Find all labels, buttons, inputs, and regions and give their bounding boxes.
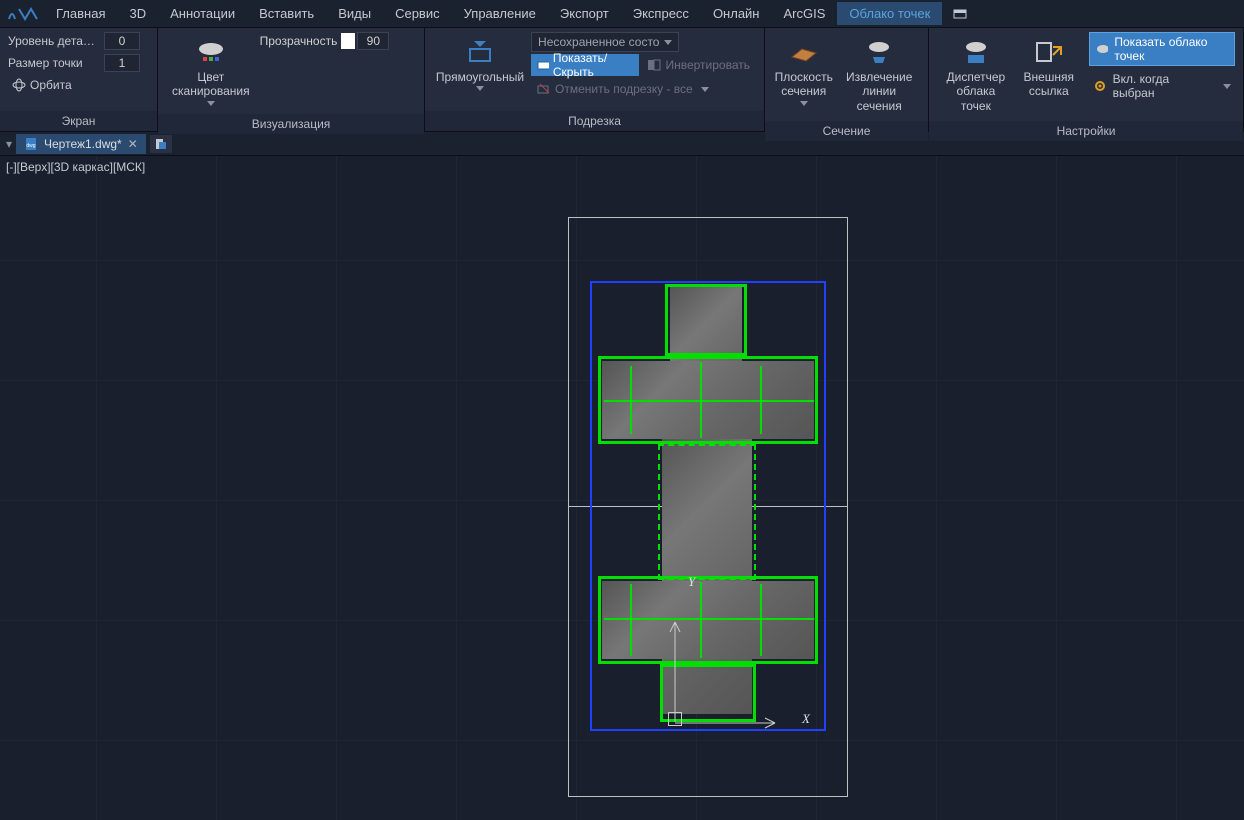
crop-state-label: Несохраненное состо — [538, 35, 659, 49]
menu-main[interactable]: Главная — [44, 2, 117, 25]
svg-text:dwg: dwg — [26, 143, 35, 149]
show-hide-icon — [537, 59, 549, 71]
pc-manager-button[interactable]: Диспетчер облака точек — [937, 32, 1015, 117]
extract-section-label: Извлечение линии сечения — [844, 70, 914, 113]
menu-views[interactable]: Виды — [326, 2, 383, 25]
new-doc-icon — [155, 138, 167, 150]
viewport-label[interactable]: [-][Верх][3D каркас][МСК] — [6, 160, 145, 174]
undo-crop-button[interactable]: Отменить подрезку - все — [531, 78, 756, 100]
chevron-down-icon — [476, 86, 484, 91]
show-pointcloud-label: Показать облако точек — [1114, 35, 1228, 63]
menubar: Главная 3D Аннотации Вставить Виды Серви… — [0, 0, 1244, 28]
orbit-button[interactable]: Орбита — [8, 76, 76, 94]
detail-level-label: Уровень детали... — [8, 34, 100, 48]
undo-crop-label: Отменить подрезку - все — [555, 82, 693, 96]
ribbon-panel-settings: Диспетчер облака точек Внешняя ссылка По… — [929, 28, 1244, 131]
chevron-down-icon — [664, 40, 672, 45]
chevron-down-icon — [1223, 84, 1231, 89]
invert-icon — [647, 59, 661, 71]
pointcloud-icon — [1096, 43, 1109, 55]
menu-manage[interactable]: Управление — [452, 2, 548, 25]
section-plane-button[interactable]: Плоскость сечения — [773, 32, 834, 110]
panel-title-section: Сечение — [765, 121, 928, 141]
point-size-input[interactable] — [104, 54, 140, 72]
panel-title-visual: Визуализация — [158, 114, 424, 134]
crop-state-dropdown[interactable]: Несохраненное состо — [531, 32, 679, 52]
ribbon-panel-visual: Цвет сканирования Прозрачность Визуализа… — [158, 28, 425, 131]
section-plane-icon — [788, 36, 820, 68]
document-tab[interactable]: dwg Чертеж1.dwg* ✕ — [16, 134, 146, 154]
when-selected-toggle[interactable]: Вкл. когда выбран — [1089, 70, 1235, 102]
add-document-button[interactable] — [150, 135, 172, 153]
opacity-label: Прозрачность — [260, 34, 338, 48]
x-axis-icon — [675, 716, 785, 730]
drawing-canvas[interactable]: [-][Верх][3D каркас][МСК] X Y — [0, 156, 1244, 820]
cloud-color-icon — [195, 36, 227, 68]
tab-arrow-icon[interactable]: ▾ — [2, 137, 16, 151]
ribbon-minimize-icon[interactable] — [950, 5, 970, 23]
axis-y-label: Y — [688, 574, 695, 590]
orbit-label: Орбита — [30, 78, 72, 92]
opacity-swatch-icon — [341, 33, 355, 49]
menu-insert[interactable]: Вставить — [247, 2, 326, 25]
crop-rect-icon — [464, 36, 496, 68]
menu-arcgis[interactable]: ArcGIS — [772, 2, 838, 25]
external-link-label: Внешняя ссылка — [1024, 70, 1075, 99]
chevron-down-icon — [800, 101, 808, 106]
scan-outline — [665, 284, 747, 356]
rectangular-crop-label: Прямоугольный — [436, 70, 524, 84]
show-hide-label: Показать/Скрыть — [553, 51, 634, 79]
menu-service[interactable]: Сервис — [383, 2, 452, 25]
pc-manager-label: Диспетчер облака точек — [943, 70, 1009, 113]
menu-export[interactable]: Экспорт — [548, 2, 621, 25]
undo-crop-icon — [537, 83, 551, 95]
close-icon[interactable]: ✕ — [128, 137, 138, 151]
orbit-icon — [12, 78, 26, 92]
extract-section-icon — [863, 36, 895, 68]
panel-title-crop: Подрезка — [425, 111, 764, 131]
point-size-label: Размер точки — [8, 56, 100, 70]
chevron-down-icon — [701, 87, 709, 92]
show-pointcloud-toggle[interactable]: Показать облако точек — [1089, 32, 1235, 66]
external-link-icon — [1033, 36, 1065, 68]
panel-title-settings: Настройки — [929, 121, 1243, 141]
rectangular-crop-button[interactable]: Прямоугольный — [433, 32, 527, 95]
document-tab-label: Чертеж1.dwg* — [44, 137, 122, 151]
y-axis-icon — [668, 616, 682, 722]
ribbon: Уровень детали... Размер точки Орбита Эк… — [0, 28, 1244, 132]
invert-button[interactable]: Инвертировать — [641, 54, 756, 76]
when-selected-label: Вкл. когда выбран — [1113, 72, 1213, 100]
opacity-input[interactable] — [357, 32, 389, 50]
app-logo-icon — [4, 4, 44, 24]
pc-manager-icon — [960, 36, 992, 68]
axis-x-label: X — [802, 711, 810, 727]
dwg-file-icon: dwg — [24, 137, 38, 151]
chevron-down-icon — [207, 101, 215, 106]
ribbon-panel-section: Плоскость сечения Извлечение линии сечен… — [765, 28, 929, 131]
panel-title-screen: Экран — [0, 111, 157, 131]
invert-label: Инвертировать — [665, 58, 750, 72]
scan-color-button[interactable]: Цвет сканирования — [166, 32, 256, 110]
extract-section-button[interactable]: Извлечение линии сечения — [838, 32, 920, 117]
detail-level-input[interactable] — [104, 32, 140, 50]
ribbon-panel-screen: Уровень детали... Размер точки Орбита Эк… — [0, 28, 158, 131]
scan-outline — [658, 444, 756, 580]
menu-pointcloud[interactable]: Облако точек — [837, 2, 942, 25]
scan-color-label: Цвет сканирования — [172, 70, 250, 99]
menu-3d[interactable]: 3D — [117, 2, 158, 25]
show-hide-button[interactable]: Показать/Скрыть — [531, 54, 639, 76]
section-plane-label: Плоскость сечения — [775, 70, 833, 99]
menu-annotations[interactable]: Аннотации — [158, 2, 247, 25]
ribbon-panel-crop: Прямоугольный Несохраненное состо Показа… — [425, 28, 765, 131]
menu-express[interactable]: Экспресс — [621, 2, 701, 25]
external-link-button[interactable]: Внешняя ссылка — [1019, 32, 1079, 103]
menu-online[interactable]: Онлайн — [701, 2, 772, 25]
gear-icon — [1093, 80, 1107, 92]
